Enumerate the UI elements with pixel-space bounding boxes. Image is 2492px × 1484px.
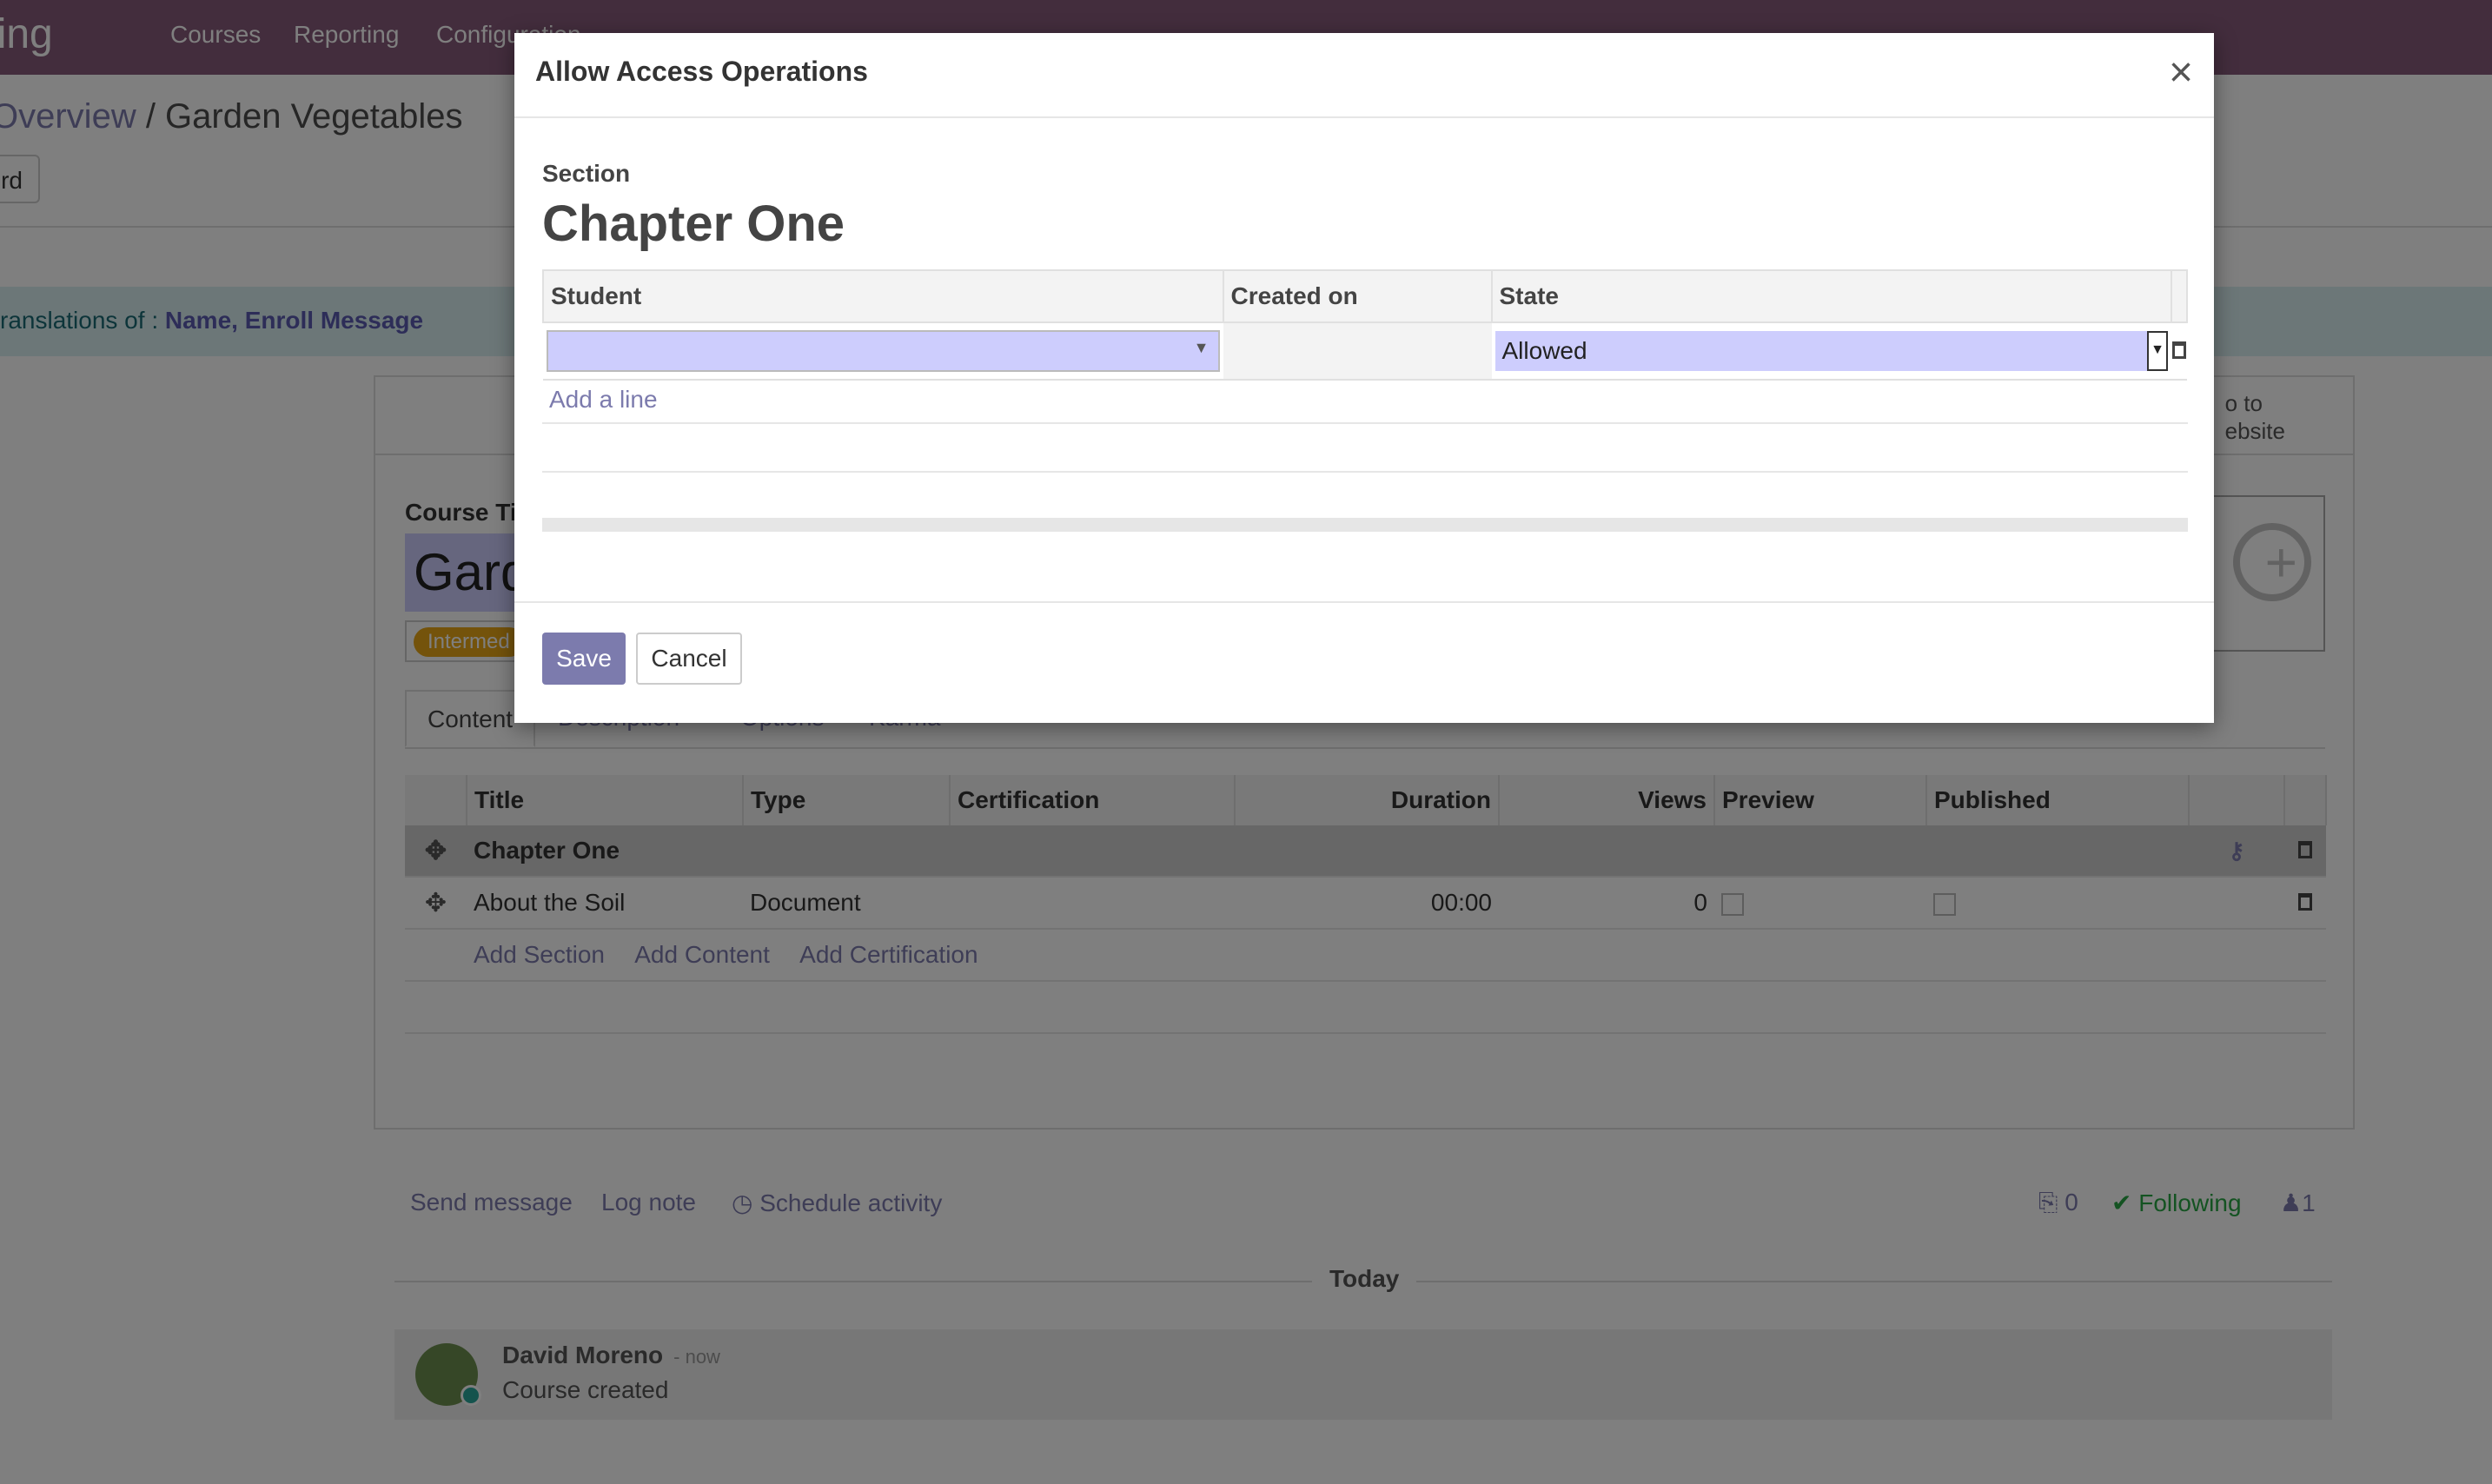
add-line-link[interactable]: Add a line [549,386,658,414]
col-state[interactable]: State [1490,269,2172,323]
state-select[interactable]: Allowed ▼ [1495,331,2168,371]
section-label: Section [542,160,631,187]
state-value: Allowed [1501,337,1587,364]
empty-row-divider [542,422,2188,424]
table-footer [542,518,2188,532]
cancel-button[interactable]: Cancel [636,633,742,685]
chevron-down-icon[interactable]: ▼ [1194,339,1210,357]
table-row[interactable]: ▼ Allowed ▼ [543,322,2187,381]
save-button[interactable]: Save [542,633,626,685]
trash-icon[interactable] [2172,341,2186,359]
dialog-footer: Save Cancel [514,601,2214,725]
allow-access-dialog: Allow Access Operations × Section Chapte… [514,33,2214,723]
close-icon[interactable]: × [2169,49,2193,96]
empty-row-divider [542,471,2188,473]
dialog-header: Allow Access Operations × [514,33,2214,118]
access-header-row: Student Created on State [542,269,2188,323]
section-name: Chapter One [542,195,845,252]
dialog-title: Allow Access Operations [535,56,868,87]
access-table: Student Created on State ▼ Allowed ▼ [542,269,2188,381]
chevron-down-icon[interactable]: ▼ [2147,331,2168,371]
student-input[interactable]: ▼ [547,330,1220,372]
created-on-cell [1223,322,1492,381]
col-student[interactable]: Student [542,269,1224,323]
col-created-on[interactable]: Created on [1222,269,1493,323]
col-delete [2171,269,2188,323]
